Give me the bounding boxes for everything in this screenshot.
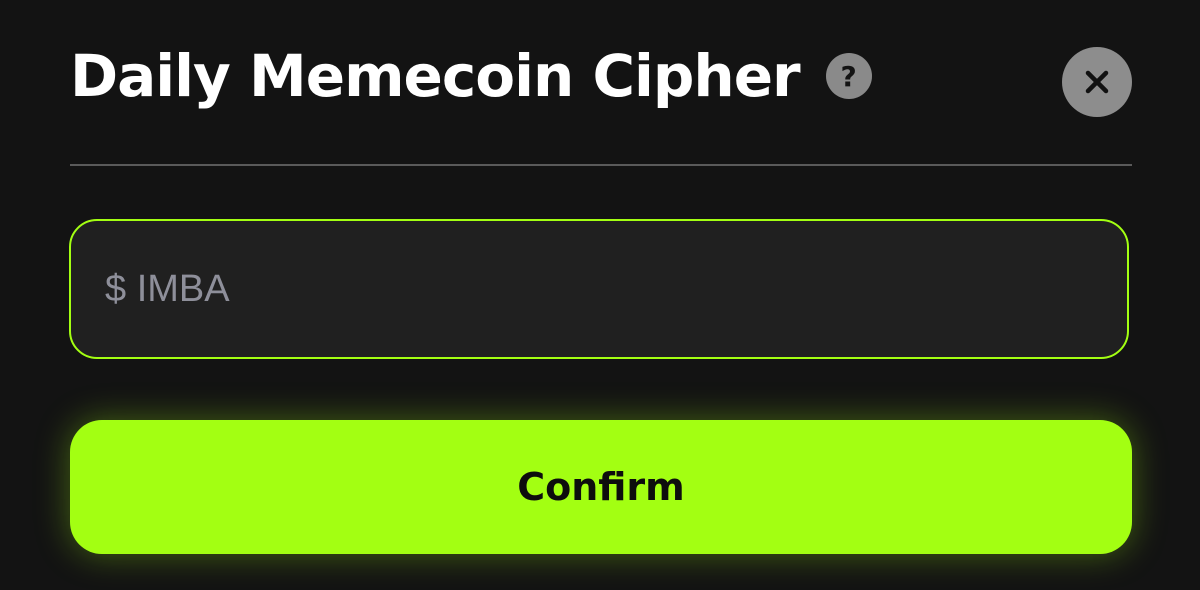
confirm-button-label: Confirm [517, 465, 685, 509]
close-icon [1085, 70, 1109, 94]
confirm-button[interactable]: Confirm [70, 420, 1132, 554]
modal-title: Daily Memecoin Cipher [70, 42, 801, 110]
cipher-input[interactable] [105, 221, 1095, 357]
question-icon[interactable]: ? [825, 53, 872, 99]
cipher-modal: Daily Memecoin Cipher ? Confirm [0, 0, 1200, 590]
header-divider [70, 164, 1132, 166]
cipher-input-container [69, 219, 1129, 359]
close-button[interactable] [1062, 47, 1132, 117]
modal-header: Daily Memecoin Cipher ? [70, 36, 872, 116]
